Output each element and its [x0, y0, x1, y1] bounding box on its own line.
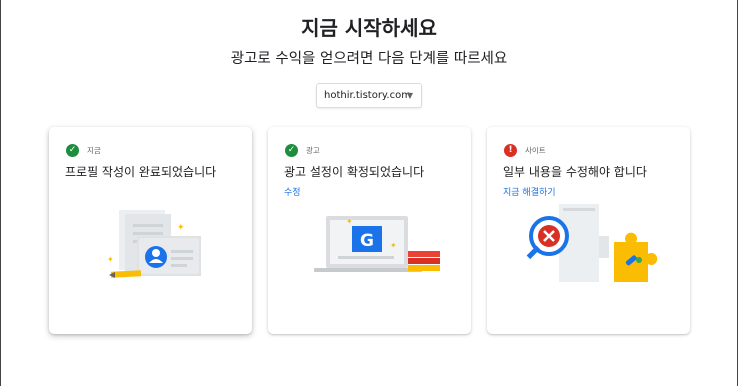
site-illustration — [526, 204, 658, 282]
profile-card[interactable]: ✓ 지금 프로필 작성이 완료되었습니다 ✦ ✦ — [49, 127, 252, 334]
ads-card[interactable]: ✓ 광고 광고 설정이 확정되었습니다 수정 G ✦ ✦ — [268, 127, 471, 334]
site-card-title: 일부 내용을 수정해야 합니다 — [503, 165, 647, 179]
ads-edit-link[interactable]: 수정 — [284, 185, 301, 198]
svg-text:✦: ✦ — [177, 223, 185, 233]
ads-status: ✓ 광고 — [285, 144, 320, 157]
svg-text:✦: ✦ — [346, 217, 353, 226]
profile-card-title: 프로필 작성이 완료되었습니다 — [65, 165, 217, 179]
ads-card-title: 광고 설정이 확정되었습니다 — [284, 165, 425, 179]
fix-now-link[interactable]: 지금 해결하기 — [503, 185, 556, 198]
site-status: ! 사이트 — [504, 144, 546, 157]
ads-illustration: G ✦ ✦ — [314, 216, 440, 272]
ads-category-label: 광고 — [306, 146, 320, 155]
svg-text:✦: ✦ — [107, 255, 114, 264]
site-selector-value: hothir.tistory.com — [324, 90, 411, 101]
profile-illustration: ✦ ✦ — [107, 210, 201, 278]
site-category-label: 사이트 — [525, 146, 546, 155]
page-subtitle: 광고로 수익을 얻으려면 다음 단계를 따르세요 — [230, 51, 508, 67]
error-circle-icon: ! — [504, 144, 517, 157]
svg-text:G: G — [360, 231, 374, 251]
profile-category-label: 지금 — [87, 146, 101, 155]
site-card[interactable]: ! 사이트 일부 내용을 수정해야 합니다 지금 해결하기 — [487, 127, 690, 334]
svg-text:✦: ✦ — [390, 241, 397, 250]
profile-status: ✓ 지금 — [66, 144, 101, 157]
dropdown-caret-icon: ▼ — [406, 91, 413, 100]
page-title: 지금 시작하세요 — [301, 16, 437, 40]
check-circle-icon: ✓ — [285, 144, 298, 157]
check-circle-icon: ✓ — [66, 144, 79, 157]
site-selector[interactable]: hothir.tistory.com ▼ — [316, 83, 422, 108]
